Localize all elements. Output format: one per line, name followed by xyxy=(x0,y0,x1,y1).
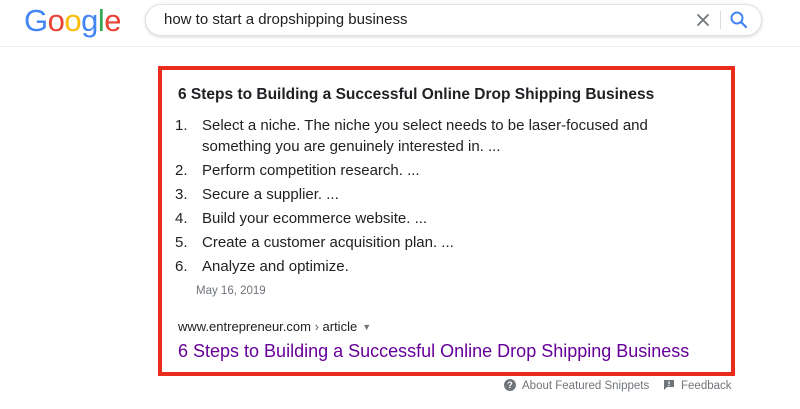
step-text: Create a customer acquisition plan. ... xyxy=(202,234,454,251)
close-icon[interactable] xyxy=(692,9,714,31)
source-path: article xyxy=(322,319,358,334)
svg-text:?: ? xyxy=(507,380,513,390)
logo-letter: G xyxy=(24,3,48,38)
step-number: 5. xyxy=(175,234,188,251)
chevron-down-icon[interactable]: ▼ xyxy=(362,322,371,332)
feedback-icon xyxy=(663,379,675,394)
step-number: 6. xyxy=(175,258,188,275)
step-text: Secure a supplier. ... xyxy=(202,186,339,203)
breadcrumb-separator: › xyxy=(310,319,323,334)
about-featured-snippets-link[interactable]: ? About Featured Snippets xyxy=(504,379,649,394)
feedback-link[interactable]: Feedback xyxy=(663,379,732,394)
step-text: Build your ecommerce website. ... xyxy=(202,210,428,227)
step-number: 4. xyxy=(175,210,188,227)
result-title-link[interactable]: 6 Steps to Building a Successful Online … xyxy=(178,341,689,362)
help-icon: ? xyxy=(504,379,516,394)
logo-letter: o xyxy=(64,3,82,38)
search-icon[interactable] xyxy=(729,10,749,30)
logo-letter: o xyxy=(47,3,65,38)
search-bar[interactable]: how to start a dropshipping business xyxy=(145,4,762,36)
step-number: 1. xyxy=(175,117,188,134)
snippet-date: May 16, 2019 xyxy=(196,285,266,297)
step-text: Perform competition research. ... xyxy=(202,162,420,179)
about-label: About Featured Snippets xyxy=(522,380,650,392)
step-number: 2. xyxy=(175,162,188,179)
list-item: 4. Build your ecommerce website. ... xyxy=(175,208,715,229)
logo-letter: g xyxy=(81,3,98,38)
google-logo[interactable]: Google xyxy=(24,3,122,39)
logo-letter: e xyxy=(104,3,122,38)
step-number: 3. xyxy=(175,186,188,203)
list-item: 5. Create a customer acquisition plan. .… xyxy=(175,232,715,253)
list-item: 6. Analyze and optimize. xyxy=(175,256,715,277)
source-breadcrumb: www.entrepreneur.com › article ▼ xyxy=(178,319,371,334)
step-text: Analyze and optimize. xyxy=(202,258,349,275)
search-input[interactable]: how to start a dropshipping business xyxy=(164,11,407,28)
step-text: Select a niche. The niche you select nee… xyxy=(202,117,648,155)
list-item: 3. Secure a supplier. ... xyxy=(175,184,715,205)
source-domain: www.entrepreneur.com xyxy=(178,319,311,334)
list-item: 1. Select a niche. The niche you select … xyxy=(175,115,715,157)
list-item: 2. Perform competition research. ... xyxy=(175,160,715,181)
header-divider xyxy=(0,46,800,47)
steps-list: 1. Select a niche. The niche you select … xyxy=(175,115,715,280)
featured-snippet: 6 Steps to Building a Successful Online … xyxy=(158,66,735,376)
snippet-title: 6 Steps to Building a Successful Online … xyxy=(178,86,655,103)
feedback-label: Feedback xyxy=(681,380,732,392)
search-divider xyxy=(720,11,721,29)
